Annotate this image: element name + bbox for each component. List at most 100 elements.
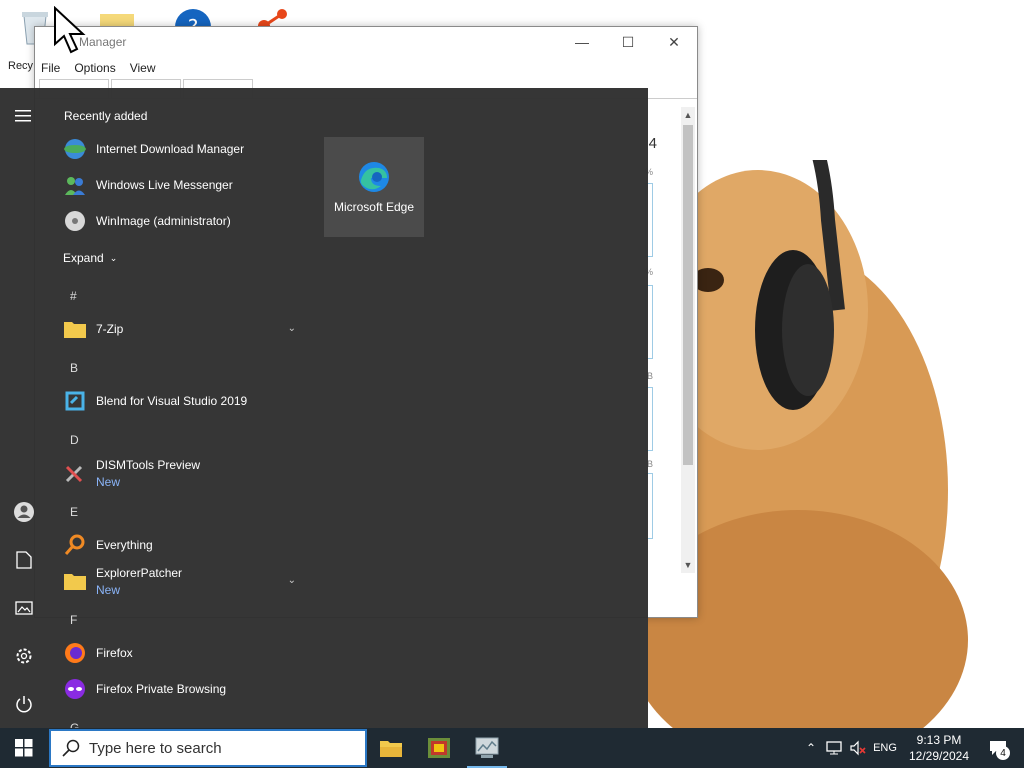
chevron-down-icon[interactable]: ⌄	[288, 323, 296, 334]
messenger-icon	[62, 172, 88, 198]
expand-label: Expand	[63, 251, 104, 265]
letter-header[interactable]: F	[70, 613, 77, 627]
maximize-button[interactable]: ☐	[605, 27, 651, 57]
app-item-dismtools-preview[interactable]: DISMTools Preview New	[56, 455, 306, 491]
show-hidden-icons-button[interactable]: ⌃	[800, 728, 822, 768]
tile-label: Microsoft Edge	[333, 200, 415, 214]
scroll-thumb[interactable]	[683, 125, 693, 465]
taskbar-file-explorer[interactable]	[367, 728, 415, 768]
folder-icon	[62, 568, 88, 594]
everything-search-icon	[62, 532, 88, 558]
system-tray: ⌃ ENG 9:13 PM 12/29/2024 4	[800, 728, 1024, 768]
scroll-down-icon[interactable]: ▼	[681, 557, 695, 573]
app-label: 7-Zip	[96, 322, 124, 336]
menu-bar: File Options View	[35, 57, 697, 79]
letter-header[interactable]: D	[70, 433, 79, 447]
search-placeholder: Type here to search	[89, 739, 222, 757]
app-item-internet-download-manager[interactable]: Internet Download Manager	[56, 131, 306, 167]
app-label: Firefox Private Browsing	[96, 682, 227, 696]
input-language[interactable]: ENG	[870, 728, 900, 768]
show-desktop-button[interactable]	[1018, 728, 1024, 768]
app-item-firefox-private-browsing[interactable]: Firefox Private Browsing	[56, 671, 306, 707]
letter-header[interactable]: #	[70, 289, 77, 303]
chevron-down-icon: ⌄	[109, 252, 118, 263]
windows-logo-icon	[15, 739, 33, 757]
app-label: Firefox	[96, 646, 133, 660]
new-badge: New	[96, 582, 121, 597]
scrollbar[interactable]: ▲ ▼	[681, 107, 695, 573]
search-box[interactable]: Type here to search	[49, 729, 367, 767]
chevron-down-icon[interactable]: ⌄	[288, 575, 296, 586]
taskbar: Type here to search ⌃ ENG 9:13 PM 12/29/…	[0, 728, 1024, 768]
start-rail	[0, 88, 48, 728]
pictures-button[interactable]	[0, 584, 48, 632]
recycle-bin-label: Recy	[8, 60, 34, 72]
blend-icon	[62, 388, 88, 414]
letter-header[interactable]: E	[70, 505, 78, 519]
app-item-everything[interactable]: Everything	[56, 527, 306, 563]
recently-added-heading: Recently added	[64, 109, 148, 123]
chevron-up-icon: ⌃	[805, 741, 817, 755]
app-item-winimage[interactable]: WinImage (administrator)	[56, 203, 306, 239]
power-icon	[16, 696, 32, 713]
app-label: WinImage (administrator)	[96, 214, 231, 228]
folder-icon	[62, 316, 88, 342]
hamburger-menu-button[interactable]	[0, 92, 48, 140]
app-item-windows-live-messenger[interactable]: Windows Live Messenger	[56, 167, 306, 203]
tools-icon	[62, 460, 88, 486]
letter-header[interactable]: G	[70, 721, 79, 728]
user-icon	[14, 502, 34, 522]
menu-view[interactable]: View	[130, 61, 156, 75]
app-item-blend-for-visual-studio[interactable]: Blend for Visual Studio 2019	[56, 383, 306, 419]
clock[interactable]: 9:13 PM 12/29/2024	[900, 728, 978, 768]
app-item-7-zip[interactable]: 7-Zip ⌄	[56, 311, 306, 347]
time: 9:13 PM	[916, 733, 962, 747]
scroll-up-icon[interactable]: ▲	[681, 107, 695, 123]
network-button[interactable]	[822, 728, 846, 768]
menu-file[interactable]: File	[41, 61, 60, 75]
documents-button[interactable]	[0, 536, 48, 584]
task-manager-chart-icon	[428, 738, 450, 758]
mouse-cursor-icon	[54, 6, 86, 54]
close-button[interactable]: ✕	[651, 27, 697, 57]
network-icon	[826, 741, 842, 755]
notification-count: 4	[996, 746, 1010, 760]
volume-button[interactable]	[846, 728, 870, 768]
task-manager-icon	[475, 737, 499, 758]
winimage-icon	[62, 208, 88, 234]
hamburger-icon	[15, 110, 31, 122]
start-button[interactable]	[0, 728, 48, 768]
expand-button[interactable]: Expand ⌄	[63, 251, 117, 265]
file-explorer-icon	[380, 741, 402, 757]
tile-microsoft-edge[interactable]: Microsoft Edge	[324, 137, 424, 237]
document-icon	[16, 551, 32, 569]
date: 12/29/2024	[908, 749, 970, 763]
minimize-button[interactable]: —	[559, 27, 605, 57]
start-menu: Recently added Internet Download Manager…	[0, 88, 648, 728]
action-center-button[interactable]: 4	[978, 728, 1018, 768]
app-label: DISMTools Preview	[96, 457, 201, 472]
perf-value: 4	[648, 135, 657, 152]
idm-icon	[62, 136, 88, 162]
app-list[interactable]: Recently added Internet Download Manager…	[56, 88, 310, 728]
app-label: Internet Download Manager	[96, 142, 245, 156]
taskbar-app-3[interactable]	[463, 728, 511, 768]
settings-button[interactable]	[0, 632, 48, 680]
pictures-icon	[15, 601, 33, 615]
app-label: ExplorerPatcher	[96, 565, 183, 580]
power-button[interactable]	[0, 680, 48, 728]
app-item-explorerpatcher[interactable]: ExplorerPatcher New ⌄	[56, 563, 306, 599]
firefox-private-icon	[62, 676, 88, 702]
title-bar[interactable]: Manager — ☐ ✕	[35, 27, 697, 57]
window-controls: — ☐ ✕	[559, 27, 697, 57]
app-label: Windows Live Messenger	[96, 178, 233, 192]
taskbar-app-2[interactable]	[415, 728, 463, 768]
new-badge: New	[96, 474, 121, 489]
app-item-firefox[interactable]: Firefox	[56, 635, 306, 671]
edge-icon	[359, 162, 389, 192]
letter-header[interactable]: B	[70, 361, 78, 375]
app-label: Everything	[96, 538, 153, 552]
menu-options[interactable]: Options	[74, 61, 115, 75]
user-account-button[interactable]	[0, 488, 48, 536]
search-icon	[59, 736, 83, 760]
